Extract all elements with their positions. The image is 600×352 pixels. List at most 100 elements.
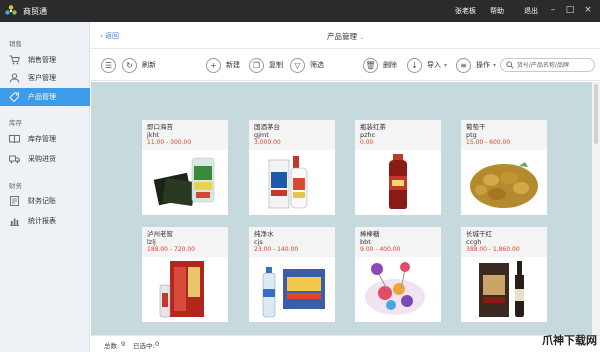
operate-label: 操作 (476, 61, 490, 69)
product-info: 瓶装红茶 pzhc 0.00 (355, 120, 441, 150)
scrollbar-thumb[interactable] (594, 84, 598, 144)
copy-label: 复制 (269, 61, 283, 69)
sidebar-item-accounting[interactable]: 财务记账 (0, 192, 90, 210)
sidebar-item-label: 采购进货 (28, 155, 56, 163)
product-card[interactable]: 国酒茅台 gjmt 3,000.00 (249, 120, 335, 215)
product-price: 388.00 - 1,860.00 (466, 246, 520, 253)
product-price: 0.00 (360, 139, 374, 146)
product-grid: 即口海苔 jkht 11.00 - 300.00 国酒茅台 gjmt 3,000… (91, 82, 592, 335)
luzhou-laojiao-image (159, 261, 204, 318)
sidebar-item-label: 库存管理 (28, 135, 56, 143)
lollipop-image (365, 262, 425, 315)
product-name: 长城干红 (466, 230, 492, 238)
status-bar: 总数: 9 已选中: 0 (91, 335, 600, 352)
search-box[interactable] (500, 58, 595, 72)
logout-link[interactable]: 退出 (524, 6, 538, 16)
ledger-icon (10, 196, 19, 206)
sidebar-item-inventory[interactable]: 库存管理 (0, 130, 90, 148)
cart-icon (9, 55, 20, 65)
close-icon[interactable]: × (582, 4, 594, 16)
product-price: 15.00 - 600.00 (466, 139, 511, 146)
product-name: 葡萄干 (466, 123, 486, 131)
product-code: ccgh (466, 238, 482, 246)
product-price: 11.00 - 300.00 (147, 139, 192, 146)
minimize-icon[interactable]: – (547, 4, 559, 16)
sidebar: 销售 销售管理 客户管理 产品管理 库存 库存管理 采购进货 财务 财务记账 统… (0, 22, 90, 352)
page-title-text: 产品管理 (327, 32, 357, 41)
product-code: cjs (254, 238, 263, 246)
maximize-icon[interactable]: □ (564, 4, 576, 16)
product-code: gjmt (254, 131, 269, 139)
watermark: 爪神下载网 (542, 334, 597, 347)
product-price: 9.00 - 400.00 (360, 246, 401, 253)
back-button[interactable]: ‹ 返回 (100, 31, 119, 41)
product-card[interactable]: 纯净水 cjs 23.00 - 140.00 (249, 227, 335, 322)
red-tea-image (389, 154, 407, 209)
user-menu[interactable]: 张老板 (455, 6, 476, 16)
product-name: 瓶装红茶 (360, 123, 386, 131)
sidebar-item-label: 客户管理 (28, 74, 56, 82)
delete-button[interactable]: 🗑 删除 (363, 57, 397, 73)
copy-icon: ❐ (249, 57, 264, 73)
vertical-scrollbar[interactable] (592, 82, 600, 335)
product-card[interactable]: 葡萄干 ptg 15.00 - 600.00 (461, 120, 547, 215)
selected-count: 0 (155, 340, 160, 348)
product-code: ptg (466, 131, 477, 139)
app-logo-icon (5, 5, 17, 15)
selected-label: 已选中: (133, 342, 155, 350)
product-code: bbt (360, 238, 371, 246)
product-card[interactable]: 长城干红 ccgh 388.00 - 1,860.00 (461, 227, 547, 322)
delete-label: 删除 (383, 61, 397, 69)
section-title-sales: 销售 (9, 40, 22, 48)
import-label: 导入 (427, 61, 441, 69)
operate-button[interactable]: ≡ 操作 ▾ (456, 57, 496, 73)
sidebar-item-label: 销售管理 (28, 56, 56, 64)
new-label: 新建 (226, 61, 240, 69)
import-button[interactable]: ↓ 导入 ▾ (407, 57, 447, 73)
back-label: 返回 (105, 32, 120, 40)
sidebar-item-customers[interactable]: 客户管理 (0, 69, 90, 87)
product-card[interactable]: 棒棒糖 bbt 9.00 - 400.00 (355, 227, 441, 322)
list-view-button[interactable]: ☰ (101, 57, 121, 73)
refresh-button[interactable]: ↻ 刷新 (122, 57, 156, 73)
title-bar: 商贸通 张老板 帮助 退出 – □ × (0, 0, 600, 22)
sidebar-item-sales[interactable]: 销售管理 (0, 51, 90, 69)
product-name: 即口海苔 (147, 123, 173, 131)
product-card[interactable]: 即口海苔 jkht 11.00 - 300.00 (142, 120, 228, 215)
refresh-label: 刷新 (142, 61, 156, 69)
product-info: 棒棒糖 bbt 9.00 - 400.00 (355, 227, 441, 257)
sidebar-item-products[interactable]: 产品管理 (0, 88, 90, 106)
product-card[interactable]: 泸州老窖 lzlj 188.00 - 720.00 (142, 227, 228, 322)
main-panel: ‹ 返回 产品管理 ⌄ ☰ ↻ 刷新 + 新建 ❐ 复制 ▽ 筛选 🗑 删除 ↓ 导入 ▾ ≡… (91, 22, 600, 352)
product-code: lzlj (147, 238, 156, 246)
copy-button[interactable]: ❐ 复制 (249, 57, 283, 73)
product-info: 纯净水 cjs 23.00 - 140.00 (249, 227, 335, 257)
search-input[interactable] (516, 61, 594, 69)
product-info: 即口海苔 jkht 11.00 - 300.00 (142, 120, 228, 150)
sidebar-item-label: 产品管理 (28, 93, 56, 101)
more-icon: ≡ (456, 57, 471, 73)
user-icon (9, 73, 20, 83)
chart-icon (10, 218, 19, 226)
product-code: jkht (147, 131, 160, 139)
product-card[interactable]: 瓶装红茶 pzhc 0.00 (355, 120, 441, 215)
moutai-image (268, 156, 308, 209)
chevron-down-icon: ▾ (444, 61, 448, 69)
product-price: 23.00 - 140.00 (254, 246, 299, 253)
product-name: 泸州老窖 (147, 230, 173, 238)
filter-button[interactable]: ▽ 筛选 (290, 57, 324, 73)
product-info: 长城干红 ccgh 388.00 - 1,860.00 (461, 227, 547, 257)
refresh-icon: ↻ (122, 57, 137, 73)
total-count: 9 (121, 340, 126, 348)
sidebar-item-purchasing[interactable]: 采购进货 (0, 150, 90, 168)
product-code: pzhc (360, 131, 376, 139)
sidebar-item-reports[interactable]: 统计报表 (0, 212, 90, 230)
tag-icon (9, 92, 19, 102)
trash-icon: 🗑 (363, 57, 378, 73)
page-title[interactable]: 产品管理 ⌄ (327, 31, 364, 42)
help-link[interactable]: 帮助 (490, 6, 504, 16)
product-info: 葡萄干 ptg 15.00 - 600.00 (461, 120, 547, 150)
raisins-image (470, 162, 538, 208)
sub-header: ‹ 返回 产品管理 ⌄ (91, 22, 600, 49)
new-button[interactable]: + 新建 (206, 57, 240, 73)
